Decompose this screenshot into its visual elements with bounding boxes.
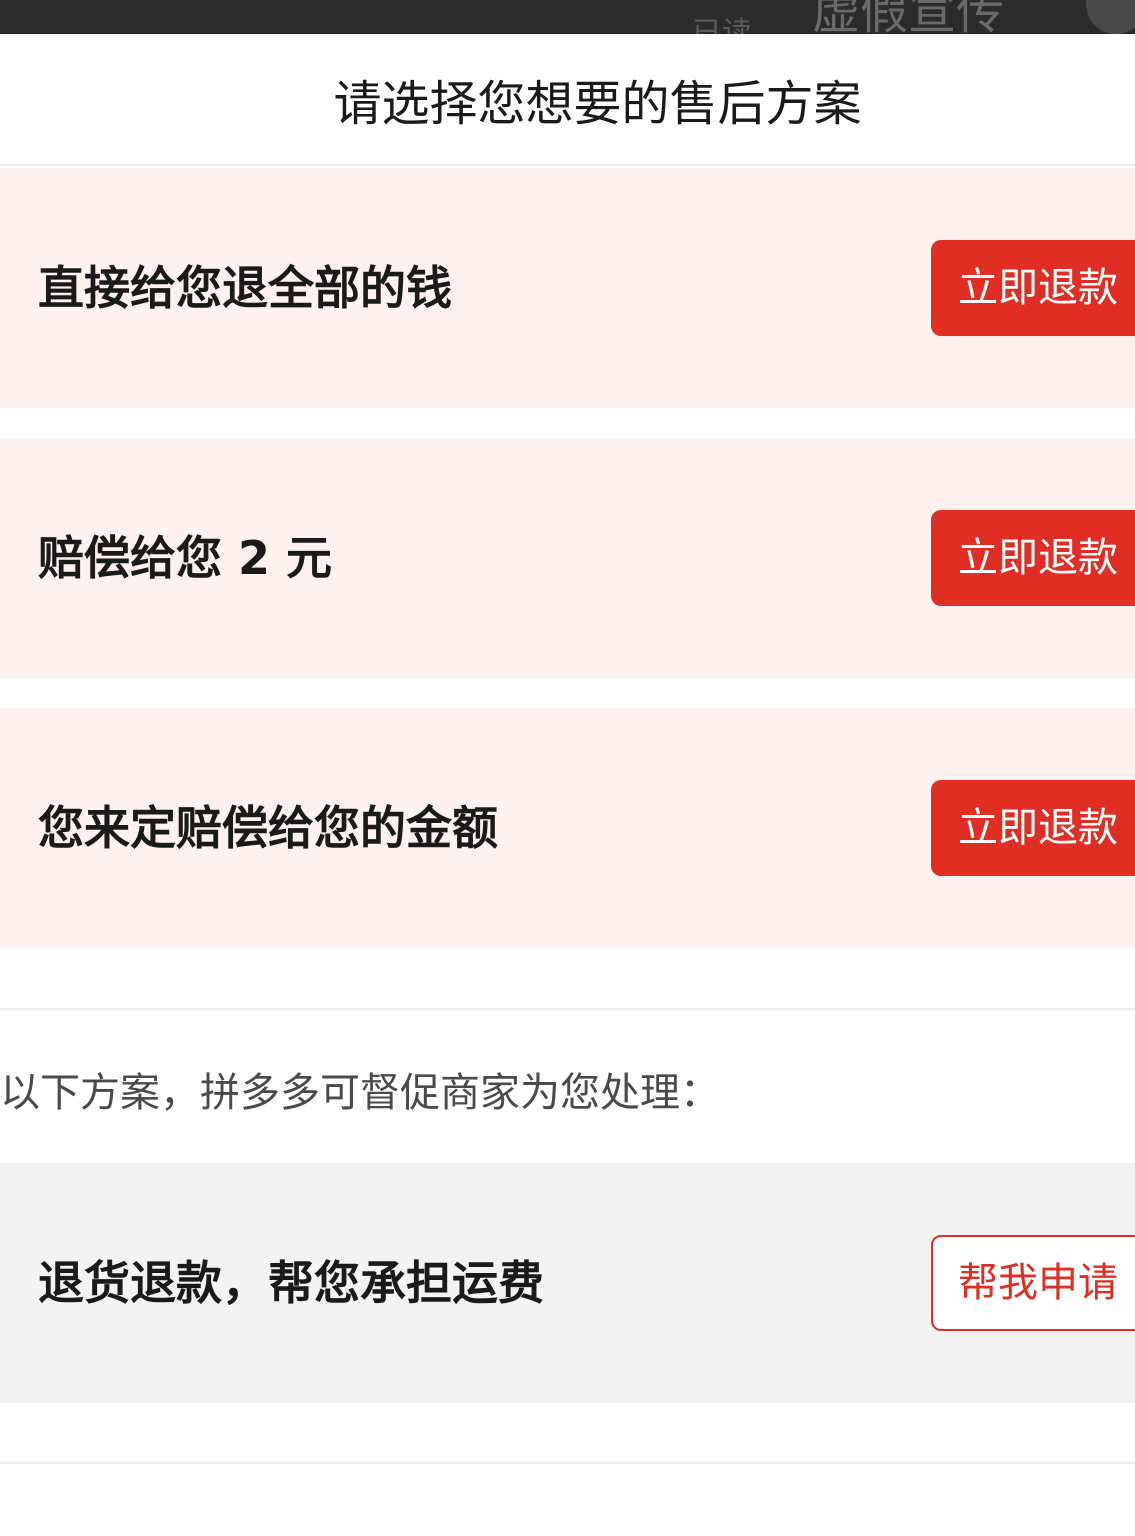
avatar	[1086, 0, 1135, 34]
background-title: 虚假宣传	[812, 0, 1005, 34]
refund-now-button[interactable]: 立即退款	[931, 510, 1135, 606]
option-label-custom-amount: 您来定赔偿给您的金额	[38, 801, 498, 855]
bottom-divider	[0, 1462, 1135, 1464]
title-divider	[0, 164, 1135, 166]
refund-now-button[interactable]: 立即退款	[931, 240, 1135, 336]
secondary-section-note: 以下方案，拼多多可督促商家为您处理：	[0, 1070, 720, 1116]
option-card-compensation: 赔偿给您 2 元 立即退款	[0, 438, 1135, 678]
option-card-return-refund: 退货退款，帮您承担运费 帮我申请	[0, 1163, 1135, 1403]
refund-now-button[interactable]: 立即退款	[931, 780, 1135, 876]
option-label-full-refund: 直接给您退全部的钱	[38, 261, 452, 315]
option-label-compensation: 赔偿给您 2 元	[38, 531, 333, 585]
apply-for-me-button[interactable]: 帮我申请	[931, 1235, 1135, 1331]
section-divider	[0, 1008, 1135, 1010]
background-chat-header: 已读 虚假宣传	[0, 0, 1135, 34]
after-sales-sheet: 请选择您想要的售后方案 直接给您退全部的钱 立即退款 赔偿给您 2 元 立即退款…	[0, 34, 1135, 1536]
sheet-title: 请选择您想要的售后方案	[333, 76, 862, 132]
option-card-custom-amount: 您来定赔偿给您的金额 立即退款	[0, 708, 1135, 948]
option-label-return-refund: 退货退款，帮您承担运费	[38, 1256, 544, 1310]
background-read-status: 已读	[692, 16, 752, 34]
option-card-full-refund: 直接给您退全部的钱 立即退款	[0, 168, 1135, 408]
